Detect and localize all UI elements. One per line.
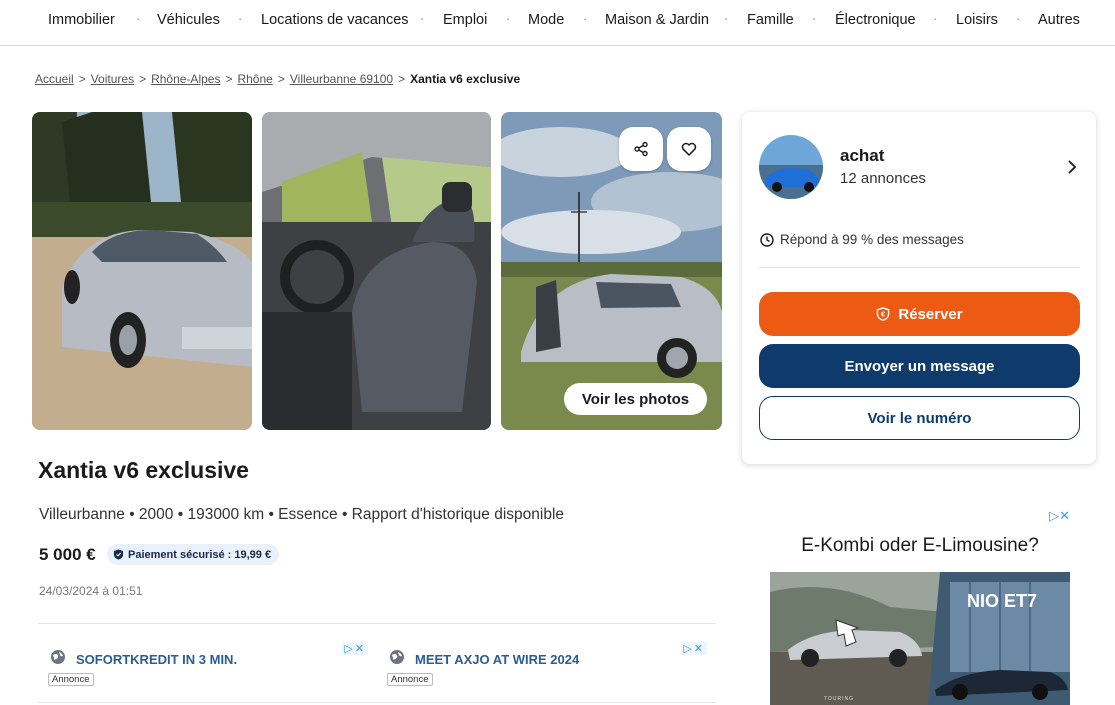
listing-photo-interior[interactable]	[262, 112, 491, 430]
top-category-nav: Immobilier · Véhicules · Locations de va…	[0, 0, 1115, 46]
seller-ads-count: 12 annonces	[840, 170, 926, 187]
send-message-button[interactable]: Envoyer un message	[759, 344, 1080, 388]
breadcrumb: Accueil > Voitures > Rhône-Alpes > Rhône > Ville…	[35, 72, 520, 86]
breadcrumb-link-departement[interactable]: Rhône	[237, 72, 272, 86]
shield-icon	[113, 549, 124, 560]
shield-icon: €	[877, 307, 890, 321]
breadcrumb-link-ville[interactable]: Villeurbanne 69100	[290, 72, 393, 86]
display-ad[interactable]: ▷✕ E-Kombi oder E-Limousine? NIO ET7 TOU…	[770, 508, 1070, 705]
display-ad-brand: NIO ET7	[967, 591, 1037, 611]
nav-separator: ·	[583, 11, 588, 26]
nav-separator: ·	[933, 11, 938, 26]
adchoices-icon[interactable]: ▷✕	[342, 642, 368, 655]
nav-item-locations[interactable]: Locations de vacances	[261, 12, 409, 28]
share-icon	[634, 141, 648, 157]
nav-separator: ·	[812, 11, 817, 26]
listing-title: Xantia v6 exclusive	[38, 457, 249, 483]
heart-icon	[681, 142, 697, 156]
seller-card: achat 12 annonces Répond à 99 % des mess…	[742, 112, 1096, 464]
breadcrumb-current: Xantia v6 exclusive	[410, 72, 521, 86]
breadcrumb-separator: >	[78, 72, 86, 86]
nav-item-famille[interactable]: Famille	[747, 12, 794, 28]
listing-date: 24/03/2024 à 01:51	[39, 584, 143, 598]
nav-item-maison-jardin[interactable]: Maison & Jardin	[605, 12, 709, 28]
nav-item-vehicules[interactable]: Véhicules	[157, 12, 220, 28]
nav-item-autres[interactable]: Autres	[1038, 12, 1080, 28]
nav-separator: ·	[506, 11, 511, 26]
breadcrumb-link-accueil[interactable]: Accueil	[35, 72, 74, 86]
see-photos-button[interactable]: Voir les photos	[564, 383, 707, 415]
text-ads-row: SOFORTKREDIT IN 3 MIN. Annonce ▷✕ MEET A…	[38, 623, 716, 703]
breadcrumb-separator: >	[277, 72, 285, 86]
listing-photo-exterior-front[interactable]	[32, 112, 252, 430]
ad-label: Annonce	[387, 673, 433, 686]
chevron-right-icon[interactable]	[1066, 159, 1078, 175]
nav-item-immobilier[interactable]: Immobilier	[48, 12, 115, 28]
listing-details: Villeurbanne • 2000 • 193000 km • Essenc…	[39, 506, 565, 523]
breadcrumb-link-region[interactable]: Rhône-Alpes	[151, 72, 220, 86]
breadcrumb-separator: >	[225, 72, 233, 86]
share-button[interactable]	[619, 127, 663, 171]
nav-item-electronique[interactable]: Électronique	[835, 12, 916, 28]
favorite-button[interactable]	[667, 127, 711, 171]
display-ad-image[interactable]: NIO ET7 TOURING	[770, 572, 1070, 705]
nav-separator: ·	[238, 11, 243, 26]
breadcrumb-link-voitures[interactable]: Voitures	[91, 72, 134, 86]
secure-payment-badge[interactable]: Paiement sécurisé : 19,99 €	[107, 544, 280, 565]
nav-separator: ·	[420, 11, 425, 26]
adchoices-icon[interactable]: ▷✕	[681, 642, 707, 655]
seller-avatar[interactable]	[759, 135, 823, 199]
display-ad-headline[interactable]: E-Kombi oder E-Limousine?	[770, 535, 1070, 557]
text-ad[interactable]: SOFORTKREDIT IN 3 MIN. Annonce ▷✕	[38, 640, 368, 688]
ad-label: Annonce	[48, 673, 94, 686]
listing-price: 5 000 €	[39, 545, 96, 564]
breadcrumb-separator: >	[398, 72, 406, 86]
nav-separator: ·	[724, 11, 729, 26]
response-rate: Répond à 99 % des messages	[760, 232, 964, 247]
nav-separator: ·	[1016, 11, 1021, 26]
seller-name[interactable]: achat	[840, 146, 884, 166]
secure-payment-label: Paiement sécurisé : 19,99 €	[128, 548, 272, 561]
text-ad-title[interactable]: SOFORTKREDIT IN 3 MIN.	[76, 652, 237, 667]
divider	[759, 267, 1080, 268]
nav-item-emploi[interactable]: Emploi	[443, 12, 487, 28]
breadcrumb-separator: >	[139, 72, 147, 86]
text-ad[interactable]: MEET AXJO AT WIRE 2024 Annonce ▷✕	[377, 640, 707, 688]
response-rate-text: Répond à 99 % des messages	[780, 232, 964, 247]
show-number-button[interactable]: Voir le numéro	[759, 396, 1080, 440]
reserve-button[interactable]: € Réserver	[759, 292, 1080, 336]
display-ad-caption: TOURING	[824, 696, 854, 702]
clock-icon	[760, 232, 774, 247]
nav-item-loisirs[interactable]: Loisirs	[956, 12, 998, 28]
reserve-label: Réserver	[898, 305, 963, 323]
nav-separator: ·	[136, 11, 141, 26]
adchoices-icon[interactable]: ▷✕	[1049, 508, 1070, 524]
nav-item-mode[interactable]: Mode	[528, 12, 564, 28]
globe-icon	[51, 650, 65, 664]
svg-text:€: €	[881, 310, 886, 319]
globe-icon	[390, 650, 404, 664]
text-ad-title[interactable]: MEET AXJO AT WIRE 2024	[415, 652, 579, 667]
